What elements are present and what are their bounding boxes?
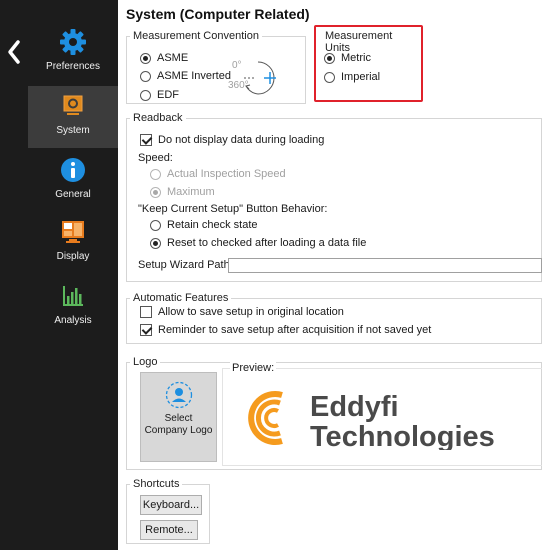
select-logo-label-line1: Select [164,413,193,424]
system-settings-panel: System (Computer Related) Measurement Co… [118,0,542,550]
radio-label: Reset to checked after loading a data fi… [167,237,367,249]
radio-actual-speed: Actual Inspection Speed [150,168,286,180]
radio-button [150,168,161,180]
radio-label: Retain check state [167,219,258,231]
checkbox-label: Allow to save setup in original location [158,306,344,318]
radio-edf[interactable]: EDF [140,89,179,101]
radio-label: Maximum [167,186,215,198]
sidebar-item-display[interactable]: Display [28,218,118,280]
radio-button[interactable] [140,70,151,82]
automatic-features-group: Automatic Features [126,292,542,344]
sidebar-item-analysis[interactable]: Analysis [28,282,118,344]
remote-shortcuts-button[interactable]: Remote... [140,520,198,540]
radio-reset-checked[interactable]: Reset to checked after loading a data fi… [150,237,366,249]
radio-button[interactable] [324,52,335,64]
company-logo-image: Eddyfi Technologies [248,391,495,450]
radio-maximum-speed: Maximum [150,186,215,198]
sidebar-item-preferences[interactable]: Preferences [28,28,118,90]
checkbox[interactable] [140,324,152,336]
checkbox-allow-save-original[interactable]: Allow to save setup in original location [140,306,344,318]
sidebar-item-general[interactable]: General [28,156,118,218]
radio-metric[interactable]: Metric [324,52,371,64]
radio-button[interactable] [324,71,335,83]
company-logo-text-line2: Technologies [310,421,495,450]
sidebar-item-label: Analysis [54,315,92,326]
radio-label: ASME Inverted [157,70,231,82]
angle-360-label: 360° [228,80,249,91]
radio-label: Metric [341,52,371,64]
logo-legend: Logo [133,356,158,368]
sidebar: Preferences System General Display Analy… [0,0,118,550]
radio-button [150,186,161,198]
speed-label: Speed: [138,152,173,164]
display-icon [62,221,84,243]
company-logo-text-line1: Eddyfi [310,391,399,423]
radio-button[interactable] [150,219,161,231]
back-arrow-icon[interactable] [6,38,22,66]
radio-label: ASME [157,52,189,64]
bar-chart-icon [63,286,83,306]
select-logo-label-line2: Company Logo [144,425,213,436]
sidebar-item-label: Display [56,251,90,262]
sidebar-item-label: General [55,189,91,200]
info-icon [61,158,85,182]
radio-asme-inverted[interactable]: ASME Inverted [140,70,231,82]
readback-legend: Readback [133,112,183,124]
radio-asme[interactable]: ASME [140,52,188,64]
radio-label: Imperial [341,71,381,83]
checkbox-label: Do not display data during loading [158,134,325,146]
setup-wizard-path-input[interactable] [228,258,542,273]
gear-icon [60,29,86,55]
system-icon [63,95,83,115]
sidebar-item-label: Preferences [46,61,100,72]
radio-button[interactable] [140,52,151,64]
setup-wizard-path-label: Setup Wizard Path: [138,259,233,271]
keyboard-shortcuts-button[interactable]: Keyboard... [140,495,202,515]
radio-label: EDF [157,89,179,101]
page-title: System (Computer Related) [126,6,310,22]
radio-imperial[interactable]: Imperial [324,71,380,83]
radio-button[interactable] [140,89,151,101]
measurement-convention-legend: Measurement Convention [133,30,259,42]
logo-preview-label: Preview: [230,362,277,374]
sidebar-item-system[interactable]: System [28,86,118,148]
checkbox-label: Reminder to save setup after acquisition… [158,324,432,336]
checkbox[interactable] [140,306,152,318]
sidebar-item-label: System [56,125,90,136]
checkbox-reminder-save-setup[interactable]: Reminder to save setup after acquisition… [140,324,431,336]
select-company-logo-button[interactable]: Select Company Logo [140,372,217,462]
keep-setup-label: "Keep Current Setup" Button Behavior: [138,203,328,215]
radio-label: Actual Inspection Speed [167,168,286,180]
angle-zero-label: 0° [232,60,242,71]
user-avatar-icon [165,381,192,409]
automatic-features-legend: Automatic Features [133,292,229,304]
radio-button[interactable] [150,237,161,249]
shortcuts-legend: Shortcuts [133,478,180,490]
radio-retain-check-state[interactable]: Retain check state [150,219,258,231]
checkbox[interactable] [140,134,152,146]
checkbox-no-display-loading[interactable]: Do not display data during loading [140,134,324,146]
